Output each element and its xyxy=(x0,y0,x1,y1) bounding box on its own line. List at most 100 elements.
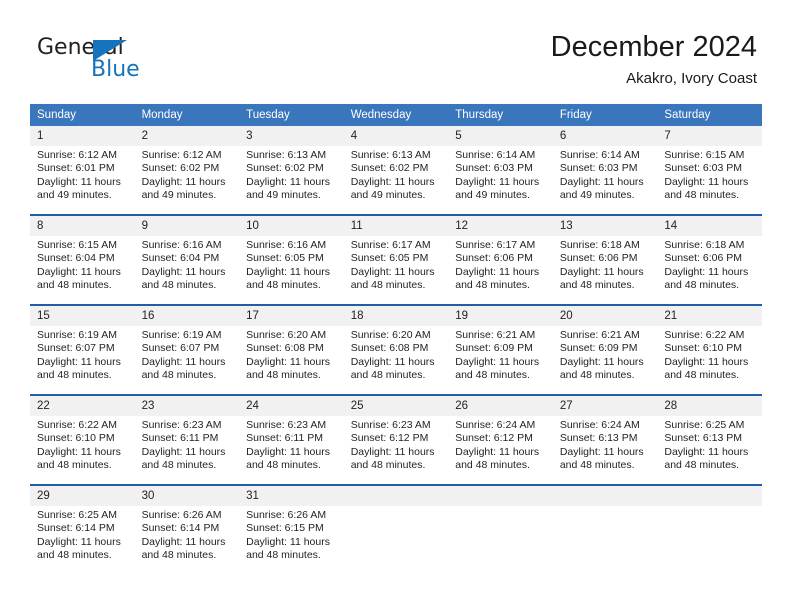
sunrise-text: Sunrise: 6:19 AM xyxy=(141,329,222,341)
calendar-day-cell[interactable]: 22 Sunrise: 6:22 AM Sunset: 6:10 PM Dayligh… xyxy=(30,394,135,485)
calendar-day-cell[interactable]: 20 Sunrise: 6:21 AM Sunset: 6:09 PM Dayligh… xyxy=(552,304,658,395)
calendar-day-cell-empty xyxy=(448,484,553,574)
daylight-text-line1: Daylight: 11 hours xyxy=(37,355,121,368)
day-number: 14 xyxy=(657,216,762,236)
daylight-text-line1: Daylight: 11 hours xyxy=(455,175,540,188)
calendar-day-cell[interactable]: 1 Sunrise: 6:12 AM Sunset: 6:01 PM Daylight… xyxy=(30,126,135,215)
daylight-text-line2: and 48 minutes. xyxy=(455,279,530,292)
daylight-text-line2: and 48 minutes. xyxy=(141,279,217,292)
daylight-text-line2: and 48 minutes. xyxy=(246,459,321,472)
calendar-day-cell[interactable]: 28 Sunrise: 6:25 AM Sunset: 6:13 PM Dayligh… xyxy=(657,394,762,485)
daylight-text-line2: and 49 minutes. xyxy=(350,189,426,202)
day-details: Sunrise: 6:23 AM Sunset: 6:11 PM Daylight:… xyxy=(239,416,344,473)
daylight-text-line1: Daylight: 11 hours xyxy=(246,265,330,278)
weekday-header-friday: Friday xyxy=(552,104,658,126)
calendar-day-cell-empty xyxy=(552,484,658,574)
calendar-day-cell[interactable]: 12 Sunrise: 6:17 AM Sunset: 6:06 PM Dayligh… xyxy=(448,214,553,305)
sunrise-text: Sunrise: 6:19 AM xyxy=(37,329,117,341)
calendar-day-cell[interactable]: 8 Sunrise: 6:15 AM Sunset: 6:04 PM Daylight… xyxy=(30,214,135,305)
day-number: 27 xyxy=(552,396,658,416)
daylight-text-line2: and 48 minutes. xyxy=(246,279,321,292)
day-details: Sunrise: 6:23 AM Sunset: 6:12 PM Daylight:… xyxy=(344,416,449,473)
daylight-text-line1: Daylight: 11 hours xyxy=(141,445,226,458)
calendar-day-cell[interactable]: 2 Sunrise: 6:12 AM Sunset: 6:02 PM Daylight… xyxy=(134,126,240,215)
daylight-text-line1: Daylight: 11 hours xyxy=(37,265,121,278)
daylight-text-line1: Daylight: 11 hours xyxy=(664,445,749,458)
sunset-text: Sunset: 6:08 PM xyxy=(350,342,429,355)
sunset-text: Sunset: 6:09 PM xyxy=(559,342,638,355)
daylight-text-line1: Daylight: 11 hours xyxy=(246,355,330,368)
sunrise-text: Sunrise: 6:22 AM xyxy=(664,329,745,341)
calendar-day-cell[interactable]: 30 Sunrise: 6:26 AM Sunset: 6:14 PM Dayligh… xyxy=(134,484,240,574)
weekday-header-thursday: Thursday xyxy=(448,104,553,126)
sunset-text: Sunset: 6:07 PM xyxy=(37,342,115,355)
day-details: Sunrise: 6:20 AM Sunset: 6:08 PM Daylight:… xyxy=(344,326,449,383)
daylight-text-line1: Daylight: 11 hours xyxy=(141,355,226,368)
daylight-text-line2: and 48 minutes. xyxy=(664,279,740,292)
sunset-text: Sunset: 6:11 PM xyxy=(141,432,219,445)
calendar-body: 1 Sunrise: 6:12 AM Sunset: 6:01 PM Daylight… xyxy=(30,126,762,574)
calendar-day-cell[interactable]: 14 Sunrise: 6:18 AM Sunset: 6:06 PM Dayligh… xyxy=(657,214,762,305)
calendar-day-cell[interactable]: 11 Sunrise: 6:17 AM Sunset: 6:05 PM Dayligh… xyxy=(343,214,449,305)
day-details: Sunrise: 6:13 AM Sunset: 6:02 PM Daylight:… xyxy=(344,146,449,203)
calendar-day-cell[interactable]: 15 Sunrise: 6:19 AM Sunset: 6:07 PM Dayligh… xyxy=(30,304,135,395)
weekday-header-wednesday: Wednesday xyxy=(343,104,449,126)
daylight-text-line1: Daylight: 11 hours xyxy=(559,445,644,458)
sunset-text: Sunset: 6:06 PM xyxy=(559,252,638,265)
day-number: 15 xyxy=(30,306,135,326)
calendar-day-cell[interactable]: 27 Sunrise: 6:24 AM Sunset: 6:13 PM Dayligh… xyxy=(552,394,658,485)
daylight-text-line2: and 48 minutes. xyxy=(37,549,112,562)
day-number: 28 xyxy=(657,396,762,416)
calendar-day-cell[interactable]: 25 Sunrise: 6:23 AM Sunset: 6:12 PM Dayligh… xyxy=(343,394,449,485)
sunrise-text: Sunrise: 6:22 AM xyxy=(37,419,117,431)
daylight-text-line2: and 48 minutes. xyxy=(664,189,740,202)
general-blue-logo[interactable]: General Blue xyxy=(37,36,167,84)
day-number xyxy=(552,486,658,506)
calendar-day-cell[interactable]: 10 Sunrise: 6:16 AM Sunset: 6:05 PM Dayligh… xyxy=(239,214,344,305)
sunset-text: Sunset: 6:13 PM xyxy=(664,432,743,445)
calendar-day-cell[interactable]: 23 Sunrise: 6:23 AM Sunset: 6:11 PM Dayligh… xyxy=(134,394,240,485)
calendar-day-cell[interactable]: 6 Sunrise: 6:14 AM Sunset: 6:03 PM Daylight… xyxy=(552,126,658,215)
daylight-text-line2: and 48 minutes. xyxy=(455,459,530,472)
page-subtitle: Akakro, Ivory Coast xyxy=(626,70,757,87)
day-details: Sunrise: 6:25 AM Sunset: 6:14 PM Daylight:… xyxy=(30,506,135,563)
sunset-text: Sunset: 6:04 PM xyxy=(37,252,115,265)
calendar-day-cell[interactable]: 18 Sunrise: 6:20 AM Sunset: 6:08 PM Dayligh… xyxy=(343,304,449,395)
calendar-day-cell[interactable]: 26 Sunrise: 6:24 AM Sunset: 6:12 PM Dayligh… xyxy=(448,394,553,485)
daylight-text-line1: Daylight: 11 hours xyxy=(455,445,540,458)
calendar-week-row: 22 Sunrise: 6:22 AM Sunset: 6:10 PM Dayligh… xyxy=(30,394,762,485)
daylight-text-line2: and 48 minutes. xyxy=(350,369,426,382)
calendar-table: Sunday Monday Tuesday Wednesday Thursday… xyxy=(30,104,762,574)
daylight-text-line1: Daylight: 11 hours xyxy=(246,535,330,548)
daylight-text-line2: and 48 minutes. xyxy=(37,279,112,292)
calendar-day-cell[interactable]: 16 Sunrise: 6:19 AM Sunset: 6:07 PM Dayligh… xyxy=(134,304,240,395)
sunrise-text: Sunrise: 6:16 AM xyxy=(246,239,327,251)
calendar-day-cell[interactable]: 21 Sunrise: 6:22 AM Sunset: 6:10 PM Dayligh… xyxy=(657,304,762,395)
sunset-text: Sunset: 6:13 PM xyxy=(559,432,638,445)
daylight-text-line1: Daylight: 11 hours xyxy=(141,265,226,278)
day-number: 10 xyxy=(239,216,344,236)
calendar-day-cell[interactable]: 3 Sunrise: 6:13 AM Sunset: 6:02 PM Daylight… xyxy=(239,126,344,215)
sunrise-text: Sunrise: 6:20 AM xyxy=(246,329,327,341)
logo-secondary-text: Blue xyxy=(91,57,140,82)
calendar-day-cell[interactable]: 17 Sunrise: 6:20 AM Sunset: 6:08 PM Dayligh… xyxy=(239,304,344,395)
sunset-text: Sunset: 6:03 PM xyxy=(664,162,743,175)
day-details: Sunrise: 6:21 AM Sunset: 6:09 PM Daylight:… xyxy=(553,326,658,383)
calendar-day-cell[interactable]: 24 Sunrise: 6:23 AM Sunset: 6:11 PM Dayligh… xyxy=(239,394,344,485)
calendar-day-cell[interactable]: 29 Sunrise: 6:25 AM Sunset: 6:14 PM Dayligh… xyxy=(30,484,135,574)
sunset-text: Sunset: 6:07 PM xyxy=(141,342,220,355)
calendar-day-cell[interactable]: 13 Sunrise: 6:18 AM Sunset: 6:06 PM Dayligh… xyxy=(552,214,658,305)
day-details: Sunrise: 6:17 AM Sunset: 6:05 PM Daylight:… xyxy=(344,236,449,293)
calendar-day-cell[interactable]: 31 Sunrise: 6:26 AM Sunset: 6:15 PM Dayligh… xyxy=(239,484,344,574)
day-number xyxy=(448,486,553,506)
day-details: Sunrise: 6:14 AM Sunset: 6:03 PM Daylight:… xyxy=(553,146,658,203)
calendar-day-cell[interactable]: 9 Sunrise: 6:16 AM Sunset: 6:04 PM Daylight… xyxy=(134,214,240,305)
calendar-day-cell[interactable]: 4 Sunrise: 6:13 AM Sunset: 6:02 PM Daylight… xyxy=(343,126,449,215)
calendar-day-cell[interactable]: 19 Sunrise: 6:21 AM Sunset: 6:09 PM Dayligh… xyxy=(448,304,553,395)
calendar-day-cell[interactable]: 7 Sunrise: 6:15 AM Sunset: 6:03 PM Daylight… xyxy=(657,126,762,215)
day-number: 7 xyxy=(657,126,762,146)
sunset-text: Sunset: 6:09 PM xyxy=(455,342,533,355)
calendar-day-cell[interactable]: 5 Sunrise: 6:14 AM Sunset: 6:03 PM Daylight… xyxy=(448,126,553,215)
calendar-week-row: 1 Sunrise: 6:12 AM Sunset: 6:01 PM Daylight… xyxy=(30,126,762,215)
sunrise-text: Sunrise: 6:26 AM xyxy=(246,509,327,521)
